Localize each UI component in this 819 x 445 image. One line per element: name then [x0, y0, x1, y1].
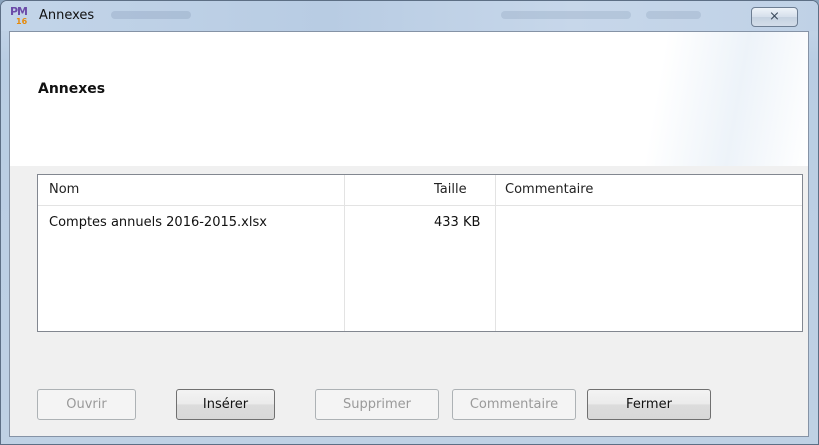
- header-divider: [38, 205, 802, 206]
- open-button[interactable]: Ouvrir: [37, 389, 136, 420]
- annexes-dialog: PM 16 Annexes ⨯ Annexes Nom Taille Comme…: [0, 0, 819, 445]
- page-title: Annexes: [38, 81, 106, 97]
- app-logo-icon: PM 16: [10, 5, 32, 27]
- column-header-name[interactable]: Nom: [49, 175, 79, 205]
- table-row-file-size[interactable]: 433 KB: [434, 215, 480, 230]
- app-logo-letters: PM: [10, 5, 28, 18]
- window-title: Annexes: [39, 8, 95, 23]
- header-panel: Annexes: [10, 32, 808, 166]
- delete-button[interactable]: Supprimer: [315, 389, 439, 420]
- attachments-list[interactable]: Nom Taille Commentaire Comptes annuels 2…: [37, 174, 803, 332]
- comment-button[interactable]: Commentaire: [452, 389, 576, 420]
- close-icon: ⨯: [769, 9, 780, 24]
- dialog-content: Annexes Nom Taille Commentaire Comptes a…: [9, 31, 809, 437]
- background-window-blur: [111, 11, 191, 19]
- insert-button[interactable]: Insérer: [176, 389, 275, 420]
- background-window-blur: [501, 11, 631, 19]
- close-button[interactable]: Fermer: [587, 389, 711, 420]
- column-header-comment[interactable]: Commentaire: [505, 175, 593, 205]
- table-row-file-name[interactable]: Comptes annuels 2016-2015.xlsx: [49, 215, 267, 230]
- close-window-button[interactable]: ⨯: [751, 7, 798, 27]
- title-bar[interactable]: PM 16 Annexes ⨯: [1, 1, 818, 31]
- column-header-size[interactable]: Taille: [434, 175, 467, 205]
- column-divider: [495, 175, 496, 331]
- app-logo-number: 16: [16, 17, 28, 26]
- background-window-blur: [646, 11, 701, 19]
- column-divider: [344, 175, 345, 331]
